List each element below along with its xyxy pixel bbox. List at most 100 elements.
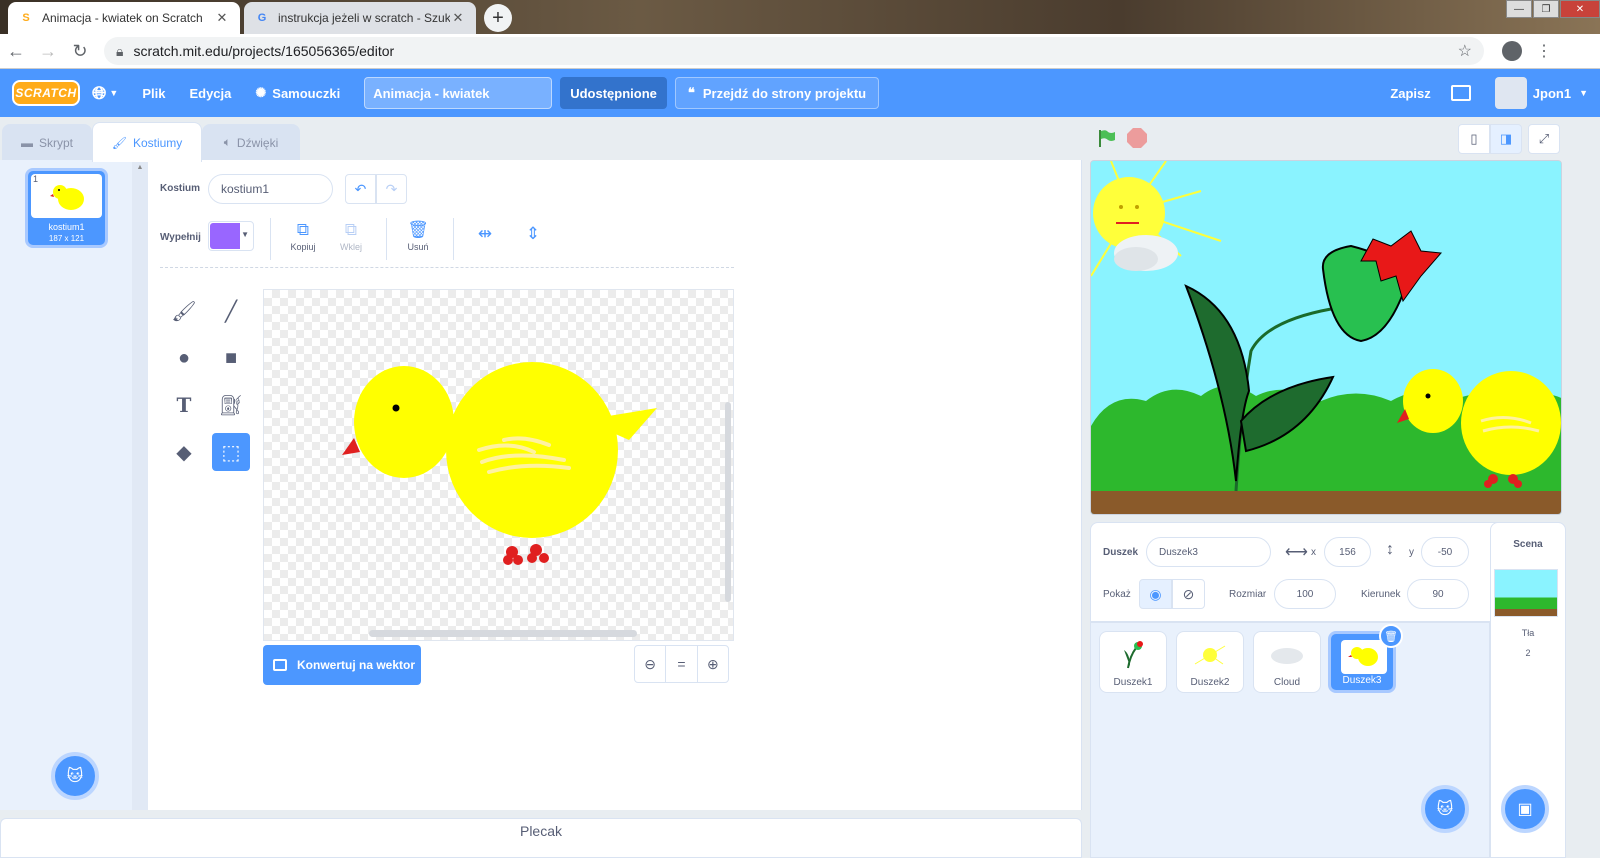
back-arrow-icon[interactable]: ← bbox=[0, 41, 32, 62]
share-button[interactable]: Udostępnione bbox=[560, 77, 667, 109]
save-link[interactable]: Zapisz bbox=[1370, 69, 1450, 117]
zoom-in-icon[interactable]: ⊕ bbox=[698, 646, 728, 682]
flip-horizontal-button[interactable]: ⇹ bbox=[467, 224, 503, 246]
language-menu[interactable]: 🌐︎ ▼ bbox=[80, 69, 130, 117]
browser-menu-icon[interactable]: ⋮ bbox=[1536, 41, 1552, 61]
eraser-tool-icon[interactable]: ◆ bbox=[165, 433, 203, 471]
text-tool-icon[interactable]: T bbox=[165, 386, 203, 424]
edit-menu[interactable]: Edycja bbox=[177, 69, 243, 117]
fill-label: Wypełnij bbox=[160, 232, 201, 243]
add-costume-button[interactable]: 🐱︎ bbox=[51, 752, 99, 800]
browser-tab-google[interactable]: G instrukcja jeżeli w scratch - Szuk ✕ bbox=[244, 2, 476, 34]
y-input[interactable]: -50 bbox=[1421, 537, 1469, 567]
avatar[interactable] bbox=[1494, 77, 1527, 109]
zoom-out-icon[interactable]: ⊖ bbox=[635, 646, 667, 682]
paste-label: Wklej bbox=[340, 242, 362, 252]
show-visible-eye-icon[interactable]: ◉ bbox=[1139, 579, 1172, 609]
green-flag-icon[interactable] bbox=[1096, 128, 1116, 148]
zoom-reset-button[interactable]: = bbox=[666, 646, 698, 682]
see-project-page-button[interactable]: ❝ Przejdź do strony projektu bbox=[674, 77, 880, 109]
fill-color-picker[interactable]: ▼ bbox=[208, 221, 254, 251]
scratch-logo[interactable]: SCRATCH bbox=[12, 80, 80, 106]
backpack[interactable]: Plecak bbox=[0, 818, 1082, 858]
undo-icon[interactable]: ↶ bbox=[345, 174, 376, 204]
canvas-horizontal-scrollbar[interactable] bbox=[369, 630, 637, 637]
tutorials-label: Samouczki bbox=[272, 85, 341, 101]
sprite-name-input[interactable]: Duszek3 bbox=[1146, 537, 1271, 567]
x-input[interactable]: 156 bbox=[1324, 537, 1371, 567]
convert-to-vector-button[interactable]: Konwertuj na wektor bbox=[263, 645, 421, 685]
browser-tab-scratch[interactable]: S Animacja - kwiatek on Scratch ✕ bbox=[8, 2, 240, 34]
reload-icon[interactable]: ↻ bbox=[64, 41, 96, 62]
forward-arrow-icon[interactable]: → bbox=[32, 41, 64, 62]
copy-button[interactable]: ⧉ Kopiuj bbox=[285, 220, 321, 252]
paste-button[interactable]: ⧉ Wklej bbox=[333, 220, 369, 252]
paint-editor: Kostium kostium1 ↶ ↷ Wypełnij ▼ ⧉ Kopiuj … bbox=[148, 160, 1082, 810]
stage-selector[interactable]: Scena Tła 2 ▣ bbox=[1490, 522, 1566, 858]
account-icon[interactable] bbox=[1502, 41, 1522, 61]
sprite-name: Duszek1 bbox=[1113, 677, 1153, 688]
sprite-tile[interactable]: Duszek2 bbox=[1176, 631, 1244, 693]
add-backdrop-button[interactable]: ▣ bbox=[1501, 785, 1549, 833]
tab-code[interactable]: ▬ Skrypt bbox=[2, 124, 92, 160]
brush-tool-icon[interactable]: 🖌︎ bbox=[165, 292, 203, 330]
direction-input[interactable]: 90 bbox=[1407, 579, 1469, 609]
bookmark-star-icon[interactable]: ☆ bbox=[1458, 41, 1472, 61]
code-blocks-icon: ▬ bbox=[20, 135, 33, 150]
username[interactable]: Jpon1 bbox=[1533, 86, 1571, 101]
project-title-input[interactable]: Animacja - kwiatek bbox=[364, 77, 553, 109]
tutorials-menu[interactable]: ✺ Samouczki bbox=[243, 69, 352, 117]
costume-number: 1 bbox=[33, 174, 39, 184]
size-input[interactable]: 100 bbox=[1274, 579, 1336, 609]
chevron-down-icon[interactable]: ▼ bbox=[1579, 88, 1588, 98]
line-tool-icon[interactable]: ╱ bbox=[212, 292, 250, 330]
sprite-tile-selected[interactable]: Duszek3 🗑︎ bbox=[1328, 624, 1403, 693]
tab-costumes[interactable]: 🖌︎ Kostiumy bbox=[92, 122, 202, 162]
copy-label: Kopiuj bbox=[290, 242, 316, 252]
close-tab-icon[interactable]: ✕ bbox=[450, 10, 466, 26]
costume-name-input[interactable]: kostium1 bbox=[208, 174, 333, 204]
sprite-name: Duszek3 bbox=[1342, 675, 1382, 686]
costume-tile[interactable]: 1 kostium1 187 x 121 bbox=[25, 168, 108, 248]
google-favicon-icon: G bbox=[257, 12, 267, 24]
maximize-icon[interactable]: ❐ bbox=[1533, 0, 1559, 18]
sprite-tile[interactable]: Duszek1 bbox=[1099, 631, 1167, 693]
costume-label: Kostium bbox=[160, 183, 200, 194]
flip-vertical-icon: ⇕ bbox=[525, 224, 541, 243]
canvas-vertical-scrollbar[interactable] bbox=[725, 402, 731, 602]
sprite-tile[interactable]: Cloud bbox=[1253, 631, 1321, 693]
normal-stage-icon[interactable]: ◨ bbox=[1490, 124, 1522, 154]
stage-scene bbox=[1091, 161, 1561, 514]
delete-button[interactable]: 🗑︎ Usuń bbox=[400, 220, 436, 252]
new-tab-button[interactable]: + bbox=[484, 4, 512, 32]
window-close-icon[interactable]: ✕ bbox=[1560, 0, 1600, 18]
delete-sprite-icon[interactable]: 🗑︎ bbox=[1379, 624, 1403, 648]
divider bbox=[453, 218, 454, 260]
select-tool-icon[interactable]: ⬚ bbox=[212, 433, 250, 471]
hide-eye-slash-icon[interactable]: ⊘ bbox=[1172, 579, 1205, 609]
url-field[interactable]: 🔒︎ scratch.mit.edu/projects/165056365/ed… bbox=[104, 37, 1484, 65]
drawing-canvas[interactable] bbox=[263, 289, 734, 641]
backdrop-thumbnail bbox=[1494, 569, 1558, 617]
stop-icon[interactable] bbox=[1127, 128, 1147, 148]
redo-icon[interactable]: ↷ bbox=[376, 174, 407, 204]
rectangle-tool-icon[interactable]: ■ bbox=[212, 339, 250, 377]
file-menu[interactable]: Plik bbox=[130, 69, 177, 117]
circle-tool-icon[interactable]: ● bbox=[165, 339, 203, 377]
sprite-list: Duszek1 Duszek2 Cloud Duszek3 🗑︎ 🐱︎ bbox=[1090, 622, 1490, 858]
globe-icon: 🌐︎ bbox=[92, 82, 107, 103]
stage[interactable] bbox=[1090, 160, 1562, 515]
scroll-up-icon[interactable]: ▲ bbox=[132, 164, 148, 171]
costume-list-scrollbar[interactable]: ▲ bbox=[132, 160, 148, 810]
fullscreen-icon[interactable]: ⤢ bbox=[1528, 124, 1560, 154]
zoom-controls: ⊖ = ⊕ bbox=[634, 645, 729, 683]
tab-sounds[interactable]: 🔈︎ Dźwięki bbox=[202, 124, 300, 160]
add-sprite-button[interactable]: 🐱︎ bbox=[1421, 785, 1469, 833]
small-stage-icon[interactable]: ▯ bbox=[1458, 124, 1490, 154]
my-stuff-folder-icon[interactable] bbox=[1450, 85, 1471, 101]
flip-vertical-button[interactable]: ⇕ bbox=[515, 224, 551, 246]
minimize-icon[interactable]: — bbox=[1506, 0, 1532, 18]
fill-bucket-tool-icon[interactable]: ⛽︎ bbox=[212, 386, 250, 424]
close-tab-icon[interactable]: ✕ bbox=[214, 10, 230, 26]
fill-color-swatch bbox=[210, 223, 240, 249]
